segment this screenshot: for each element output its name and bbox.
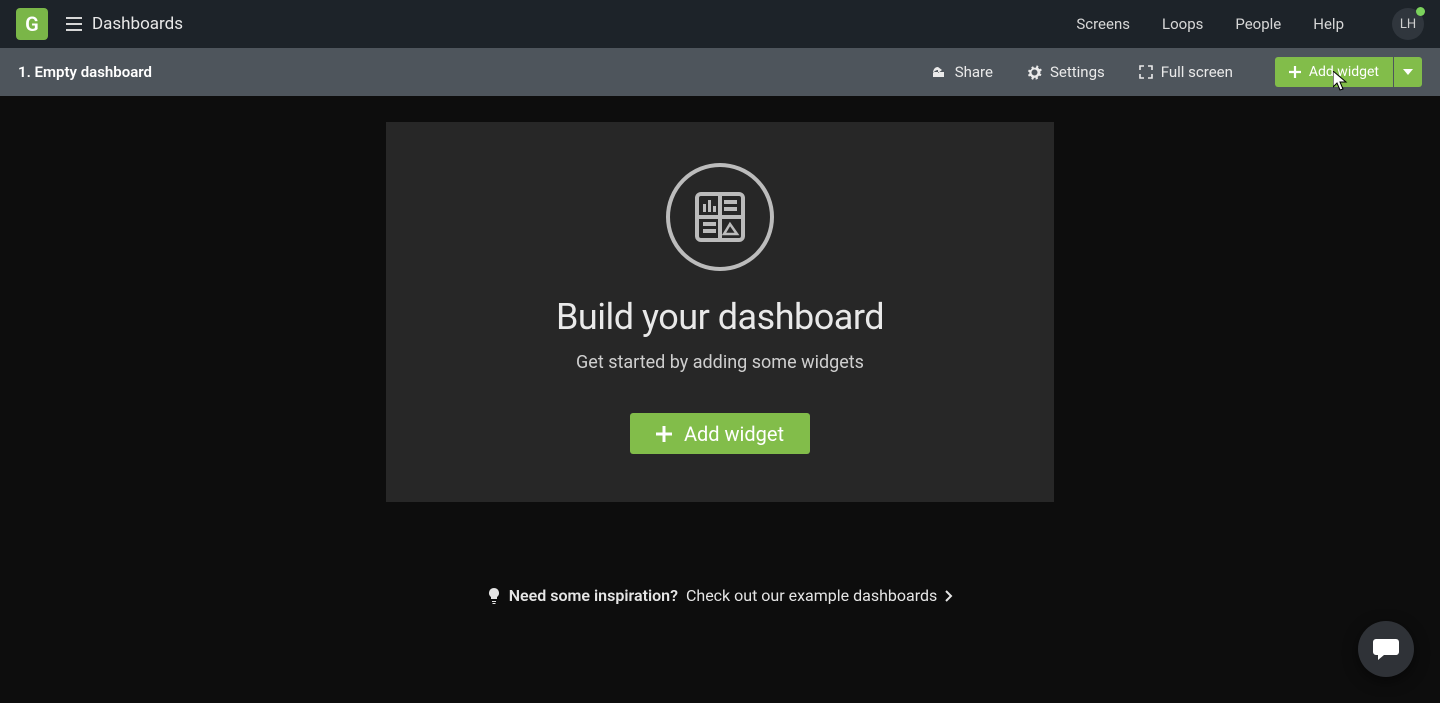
main-content: Build your dashboard Get started by addi… bbox=[0, 96, 1440, 605]
dashboard-toolbar: 1. Empty dashboard Share Settings Full s… bbox=[0, 48, 1440, 96]
add-widget-dropdown[interactable] bbox=[1394, 57, 1422, 87]
plus-icon bbox=[656, 426, 672, 442]
add-widget-button[interactable]: Add widget bbox=[1275, 57, 1393, 87]
nav-people[interactable]: People bbox=[1235, 15, 1281, 33]
toolbar-actions: Share Settings Full screen Add widget bbox=[931, 57, 1422, 87]
chat-launcher[interactable] bbox=[1358, 621, 1414, 677]
top-navbar: G Dashboards Screens Loops People Help L… bbox=[0, 0, 1440, 48]
caret-down-icon bbox=[1403, 69, 1413, 75]
inspiration-text: Check out our example dashboards bbox=[686, 586, 937, 605]
share-button[interactable]: Share bbox=[931, 63, 993, 81]
dashboard-icon bbox=[665, 162, 775, 272]
menu-icon[interactable] bbox=[66, 17, 82, 31]
gear-icon bbox=[1027, 65, 1042, 80]
chat-icon bbox=[1372, 636, 1400, 662]
empty-title: Build your dashboard bbox=[556, 296, 884, 338]
user-avatar[interactable]: LH bbox=[1392, 8, 1424, 40]
nav-loops[interactable]: Loops bbox=[1162, 15, 1203, 33]
lightbulb-icon bbox=[487, 587, 501, 605]
dashboard-title: 1. Empty dashboard bbox=[18, 63, 152, 81]
empty-state-card: Build your dashboard Get started by addi… bbox=[386, 122, 1054, 502]
add-widget-label: Add widget bbox=[1309, 64, 1379, 80]
settings-label: Settings bbox=[1050, 63, 1105, 81]
fullscreen-label: Full screen bbox=[1161, 63, 1233, 81]
inspiration-link[interactable]: Need some inspiration? Check out our exa… bbox=[487, 586, 954, 605]
empty-subtitle: Get started by adding some widgets bbox=[576, 352, 864, 373]
nav-help[interactable]: Help bbox=[1313, 15, 1344, 33]
chevron-right-icon bbox=[945, 590, 953, 602]
add-widget-group: Add widget bbox=[1275, 57, 1422, 87]
settings-button[interactable]: Settings bbox=[1027, 63, 1105, 81]
add-widget-cta[interactable]: Add widget bbox=[630, 413, 810, 454]
app-logo[interactable]: G bbox=[16, 8, 48, 40]
plus-icon bbox=[1289, 66, 1301, 78]
expand-icon bbox=[1139, 65, 1153, 79]
page-title: Dashboards bbox=[92, 14, 183, 34]
share-icon bbox=[931, 65, 947, 79]
inspiration-bold: Need some inspiration? bbox=[509, 586, 678, 605]
nav-screens[interactable]: Screens bbox=[1076, 15, 1130, 33]
fullscreen-button[interactable]: Full screen bbox=[1139, 63, 1233, 81]
add-widget-cta-label: Add widget bbox=[684, 422, 784, 446]
share-label: Share bbox=[955, 63, 993, 81]
nav-links: Screens Loops People Help LH bbox=[1076, 8, 1424, 40]
